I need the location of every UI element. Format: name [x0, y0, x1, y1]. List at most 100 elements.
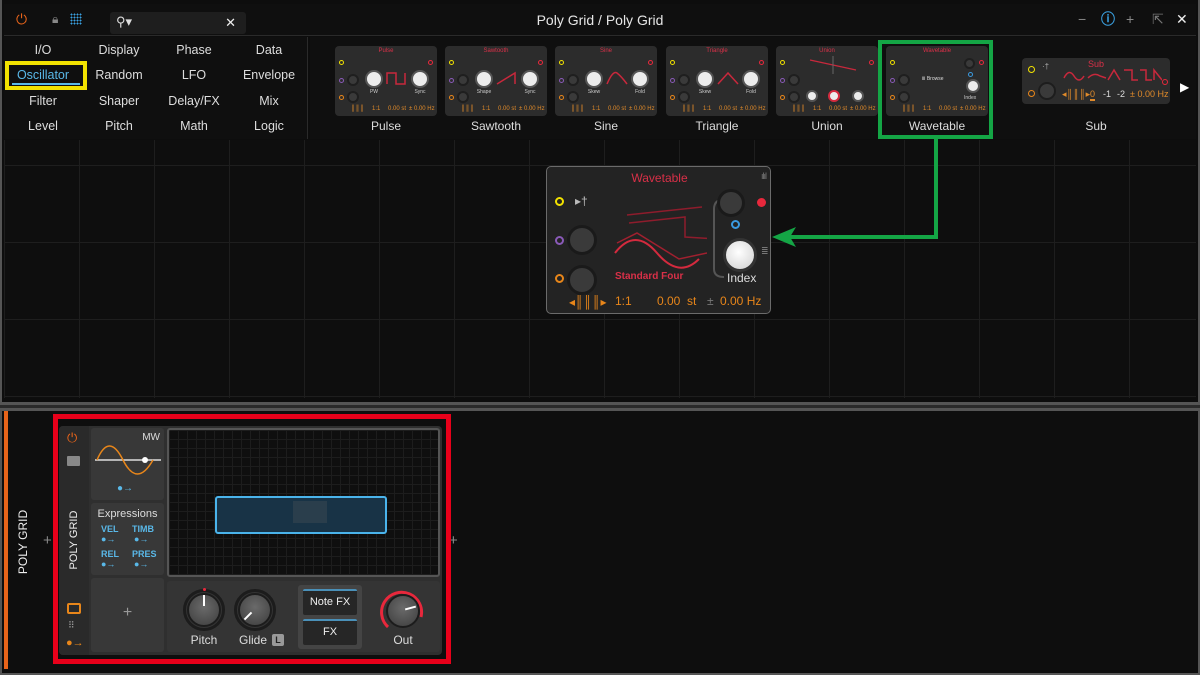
category-math[interactable]: Math: [156, 119, 232, 133]
index-amount-knob[interactable]: [717, 189, 745, 217]
pitch-in-port[interactable]: [1028, 90, 1035, 97]
param-label-2: Fold: [635, 89, 645, 95]
hz: ± 0.00 Hz: [629, 106, 655, 112]
close-button[interactable]: ✕: [1176, 11, 1188, 27]
preset-label-sawtooth[interactable]: Sawtooth: [441, 119, 551, 133]
semitones: 0.00 st: [388, 106, 407, 112]
sub-hz: ± 0.00 Hz: [1130, 89, 1169, 99]
param-knob-1: [696, 70, 714, 88]
category-data[interactable]: Data: [231, 43, 307, 57]
waveform-icon: [717, 71, 739, 85]
window-title: Poly Grid / Poly Grid: [536, 12, 664, 28]
zoom-fit-button[interactable]: ⓘ: [1101, 11, 1115, 27]
index-knob[interactable]: [723, 238, 757, 272]
out-port[interactable]: [757, 198, 766, 207]
mod-in-port: [559, 78, 564, 83]
octave-minus-1[interactable]: -1: [1103, 89, 1111, 99]
annotation-yellow-highlight: [5, 61, 87, 90]
semitones: 0.00 st: [498, 106, 517, 112]
annotation-red-highlight: [53, 414, 451, 664]
mod-knob: [347, 74, 359, 86]
preset-label-union[interactable]: Union: [772, 119, 882, 133]
preset-label-pulse[interactable]: Pulse: [331, 119, 441, 133]
ratio-value[interactable]: 1:1: [615, 294, 632, 308]
mod-in-port: [670, 78, 675, 83]
category-delay-fx[interactable]: Delay/FX: [156, 94, 232, 108]
waveform-icon: [496, 71, 516, 85]
category-logic[interactable]: Logic: [231, 119, 307, 133]
selected-underline: [12, 83, 80, 85]
index-mod-port[interactable]: [555, 236, 564, 245]
semitone-unit: st: [687, 294, 697, 308]
out-port[interactable]: [1162, 79, 1168, 85]
semitone-value[interactable]: 0.00: [657, 294, 680, 308]
param-knob-1: [365, 70, 383, 88]
add-device-left-button[interactable]: +: [43, 532, 52, 549]
pitch-knob[interactable]: [567, 265, 597, 295]
union-knob-1: [806, 90, 818, 102]
category-i-o[interactable]: I/O: [5, 43, 81, 57]
pitch-knob: [347, 91, 359, 103]
phase-in-port: [449, 60, 454, 65]
preset-pulse[interactable]: Pulse ║║║ 1:1 0.00 st ± 0.00 Hz PW Sync: [335, 46, 437, 116]
phase-in-port: [339, 60, 344, 65]
scroll-right-button[interactable]: ▶: [1180, 80, 1189, 94]
category-display[interactable]: Display: [81, 43, 157, 57]
union-knob-2: [828, 90, 840, 102]
keyboard-icon[interactable]: ◂║║║▸: [569, 295, 607, 309]
zoom-out-button[interactable]: −: [1078, 11, 1086, 27]
category-random[interactable]: Random: [81, 68, 157, 82]
octave-0[interactable]: 0: [1090, 89, 1096, 101]
hz: ± 0.00 Hz: [409, 106, 435, 112]
keyboard-icon: ║║║: [461, 106, 474, 112]
category-phase[interactable]: Phase: [156, 43, 232, 57]
pitch-in-port: [559, 95, 564, 100]
preset-title: Union: [819, 48, 835, 54]
phase-in-port: [559, 60, 564, 65]
preset-label-triangle[interactable]: Triangle: [662, 119, 772, 133]
ratio: 1:1: [482, 106, 491, 112]
pitch-knob[interactable]: [1038, 82, 1056, 100]
preset-sub[interactable]: ·† Sub ◂║║║▸ 0 -1 -2 ± 0.00 Hz: [1022, 58, 1170, 104]
popout-button[interactable]: ⇱: [1152, 11, 1164, 27]
preset-title: Pulse: [378, 48, 394, 54]
category-filter[interactable]: Filter: [5, 94, 81, 108]
preset-label-sine[interactable]: Sine: [551, 119, 661, 133]
param-label-1: Skew: [698, 89, 712, 95]
preset-union[interactable]: Union ║║║ 1:1 0.00 st ± 0.00 Hz: [776, 46, 878, 116]
pitch-knob: [678, 91, 690, 103]
phase-in-port: [780, 60, 785, 65]
table-name[interactable]: Standard Four: [615, 271, 683, 282]
out-port: [648, 60, 653, 65]
mod-knob: [788, 74, 800, 86]
zoom-in-button[interactable]: +: [1126, 11, 1134, 27]
category-envelope[interactable]: Envelope: [231, 68, 307, 82]
title-bar: ⏻ 🔒︎ ⚲▾ ✕ Poly Grid / Poly Grid − ⓘ + ⇱ …: [4, 4, 1196, 36]
pitch-in-port[interactable]: [555, 274, 564, 283]
phase-in-port[interactable]: [555, 197, 564, 206]
param-label-2: Sync: [414, 89, 426, 95]
category-mix[interactable]: Mix: [231, 94, 307, 108]
preset-sawtooth[interactable]: Sawtooth ║║║ 1:1 0.00 st ± 0.00 Hz Shape…: [445, 46, 547, 116]
wavetable-display: [614, 206, 707, 269]
mod-in-port: [449, 78, 454, 83]
category-shaper[interactable]: Shaper: [81, 94, 157, 108]
semitones: 0.00 st: [829, 106, 848, 112]
ratio: 1:1: [813, 106, 822, 112]
preset-triangle[interactable]: Triangle ║║║ 1:1 0.00 st ± 0.00 Hz Skew …: [666, 46, 768, 116]
octave-minus-2[interactable]: -2: [1117, 89, 1125, 99]
index-mod-knob[interactable]: [567, 225, 597, 255]
category-level[interactable]: Level: [5, 119, 81, 133]
param-knob-2: [411, 70, 429, 88]
pitch-knob: [567, 91, 579, 103]
wavetable-module[interactable]: Wavetable ılıl ▸† ◂║║║▸ Standard Four ≣ …: [546, 166, 771, 314]
category-lfo[interactable]: LFO: [156, 68, 232, 82]
index-in-port[interactable]: [731, 220, 740, 229]
bars-icon: ılıl: [761, 171, 767, 181]
preset-sine[interactable]: Sine ║║║ 1:1 0.00 st ± 0.00 Hz Skew Fold: [555, 46, 657, 116]
ratio: 1:1: [372, 106, 381, 112]
waveform-icon: [386, 72, 406, 85]
category-pitch[interactable]: Pitch: [81, 119, 157, 133]
hz-value[interactable]: 0.00 Hz: [720, 294, 761, 308]
param-label-1: Shape: [476, 89, 492, 95]
